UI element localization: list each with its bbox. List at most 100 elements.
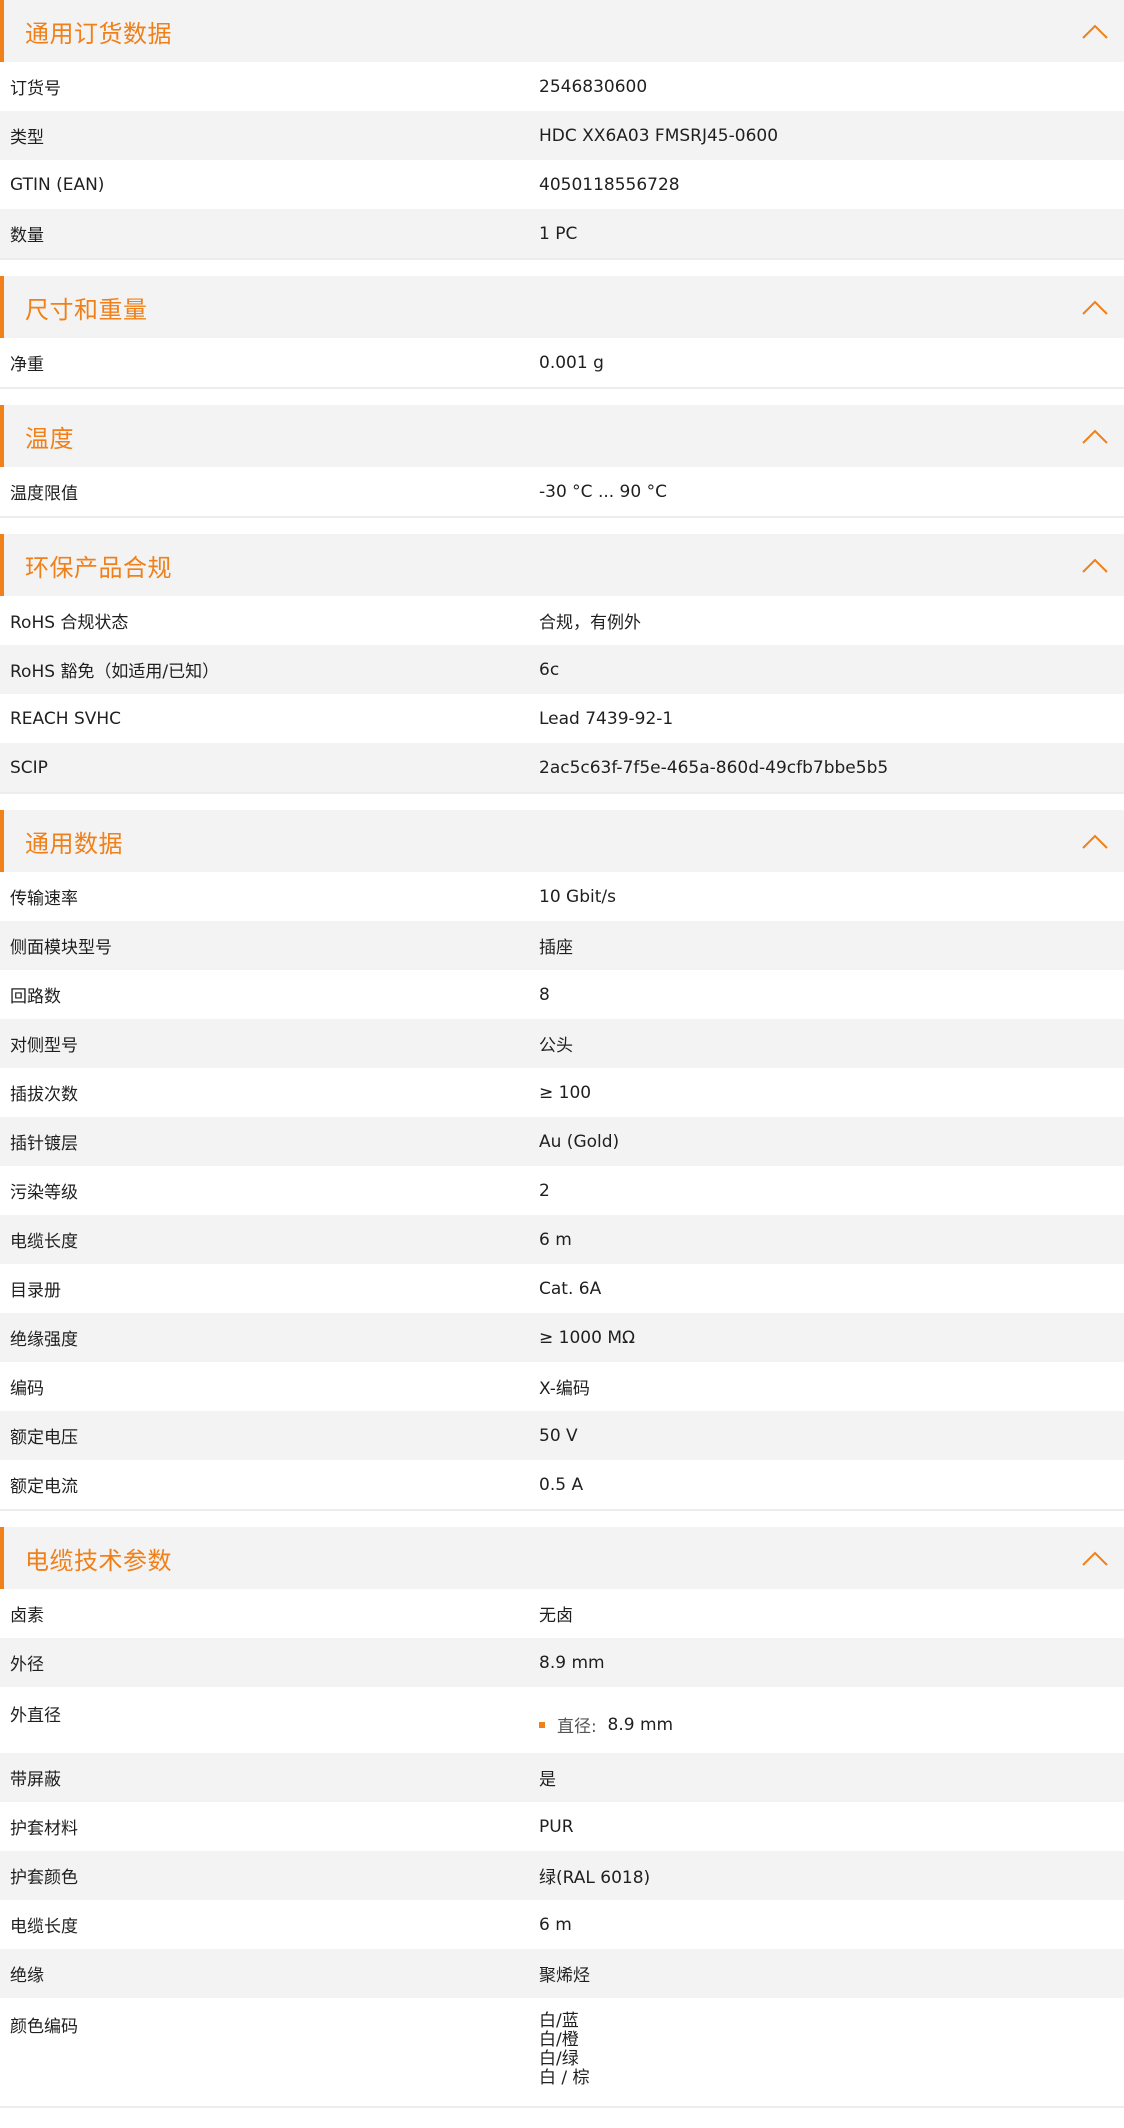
table-row: 温度限值 -30 °C ... 90 °C: [0, 467, 1124, 516]
row-label: 额定电压: [10, 1428, 78, 1448]
row-label: 回路数: [10, 987, 61, 1007]
table-row: SCIP 2ac5c63f-7f5e-465a-860d-49cfb7bbe5b5: [0, 743, 1124, 792]
row-value: 直径: 8.9 mm: [539, 1701, 1124, 1737]
row-value: ≥ 1000 MΩ: [539, 1327, 635, 1348]
section-header-dimensions-weight[interactable]: 尺寸和重量: [0, 276, 1124, 338]
section-title: 通用数据: [25, 829, 123, 858]
section-rows: 订货号 2546830600 类型 HDC XX6A03 FMSRJ45-0600 …: [0, 62, 1124, 260]
row-label: 电缆长度: [10, 1917, 78, 1937]
row-label: 外径: [10, 1655, 44, 1675]
table-row: 插拔次数 ≥ 100: [0, 1068, 1124, 1117]
color-code-line: 白/蓝: [539, 2011, 579, 2031]
row-label: RoHS 合规状态: [10, 613, 129, 633]
color-code-line: 白/绿: [539, 2049, 579, 2069]
row-value: 公头: [539, 1036, 573, 1056]
technical-data-page: 通用订货数据 订货号 2546830600 类型 HDC XX6A03 FMSRJ4…: [0, 0, 1124, 2128]
row-label: 数量: [10, 226, 44, 246]
row-value: -30 °C ... 90 °C: [539, 481, 667, 502]
row-label: 带屏蔽: [10, 1770, 61, 1790]
section-header-environmental-compliance[interactable]: 环保产品合规: [0, 534, 1124, 596]
chevron-up-icon[interactable]: [1080, 1546, 1110, 1570]
row-value: 聚烯烃: [539, 1966, 590, 1986]
table-row: 外直径 直径: 8.9 mm: [0, 1687, 1124, 1753]
row-label: 绝缘: [10, 1966, 44, 1986]
row-label: 电缆长度: [10, 1232, 78, 1252]
section-header-general-data[interactable]: 通用数据: [0, 810, 1124, 872]
table-row: 侧面模块型号 插座: [0, 921, 1124, 970]
row-label: 护套材料: [10, 1819, 78, 1839]
row-value: 2ac5c63f-7f5e-465a-860d-49cfb7bbe5b5: [539, 757, 889, 778]
chevron-up-icon[interactable]: [1080, 553, 1110, 577]
chevron-up-icon[interactable]: [1080, 424, 1110, 448]
row-label: 绝缘强度: [10, 1330, 78, 1350]
row-label: SCIP: [10, 757, 48, 778]
row-label: 订货号: [10, 79, 61, 99]
section-rows: 净重 0.001 g: [0, 338, 1124, 389]
row-value: Au (Gold): [539, 1131, 620, 1152]
section-rows: 温度限值 -30 °C ... 90 °C: [0, 467, 1124, 518]
row-value: 6 m: [539, 1229, 572, 1250]
row-value: 绿(RAL 6018): [539, 1868, 651, 1888]
row-value: 4050118556728: [539, 174, 680, 195]
table-row: REACH SVHC Lead 7439-92-1: [0, 694, 1124, 743]
row-label: RoHS 豁免（如适用/已知）: [10, 662, 220, 682]
section-temperature: 温度 温度限值 -30 °C ... 90 °C: [0, 405, 1124, 518]
table-row: RoHS 合规状态 合规，有例外: [0, 596, 1124, 645]
section-title: 尺寸和重量: [25, 295, 148, 324]
table-row: 插针镀层 Au (Gold): [0, 1117, 1124, 1166]
section-title: 通用订货数据: [25, 19, 172, 48]
table-row: 净重 0.001 g: [0, 338, 1124, 387]
row-label: 颜色编码: [10, 2017, 78, 2037]
row-value: 2546830600: [539, 76, 648, 97]
section-title: 电缆技术参数: [25, 1546, 172, 1575]
diameter-value: 8.9 mm: [607, 1714, 674, 1735]
table-row: 电缆长度 6 m: [0, 1215, 1124, 1264]
row-label: 侧面模块型号: [10, 938, 112, 958]
row-label: 插拔次数: [10, 1085, 78, 1105]
table-row: GTIN (EAN) 4050118556728: [0, 160, 1124, 209]
row-label: 污染等级: [10, 1183, 78, 1203]
row-label: REACH SVHC: [10, 708, 122, 729]
row-value: 8.9 mm: [539, 1652, 605, 1673]
table-row: 目录册 Cat. 6A: [0, 1264, 1124, 1313]
section-rows: 传输速率 10 Gbit/s 侧面模块型号 插座 回路数 8 对侧型号 公头 插拔次数 ≥…: [0, 872, 1124, 1511]
table-row: 订货号 2546830600: [0, 62, 1124, 111]
color-code-line: 白/橙: [539, 2030, 579, 2050]
table-row: 类型 HDC XX6A03 FMSRJ45-0600: [0, 111, 1124, 160]
row-value: 6 m: [539, 1914, 572, 1935]
table-row: RoHS 豁免（如适用/已知） 6c: [0, 645, 1124, 694]
row-label: 温度限值: [10, 484, 78, 504]
square-bullet-icon: [539, 1721, 545, 1728]
row-value: 1 PC: [539, 223, 578, 244]
table-row: 绝缘 聚烯烃: [0, 1949, 1124, 1998]
section-header-general-ordering-data[interactable]: 通用订货数据: [0, 0, 1124, 62]
row-label: 外直径: [10, 1706, 61, 1726]
row-value: Cat. 6A: [539, 1278, 602, 1299]
row-value: 50 V: [539, 1425, 578, 1446]
section-rows: RoHS 合规状态 合规，有例外 RoHS 豁免（如适用/已知） 6c REACH …: [0, 596, 1124, 794]
chevron-up-icon[interactable]: [1080, 295, 1110, 319]
row-label: 额定电流: [10, 1477, 78, 1497]
table-row: 卤素 无卤: [0, 1589, 1124, 1638]
row-label: 卤素: [10, 1606, 44, 1626]
section-rows: 卤素 无卤 外径 8.9 mm 外直径 直径: 8.9 mm 带屏蔽 是 护套材料 PU…: [0, 1589, 1124, 2108]
table-row: 外径 8.9 mm: [0, 1638, 1124, 1687]
row-label: 净重: [10, 355, 44, 375]
chevron-up-icon[interactable]: [1080, 19, 1110, 43]
section-title: 环保产品合规: [25, 553, 172, 582]
row-label: 传输速率: [10, 889, 78, 909]
table-row: 护套颜色 绿(RAL 6018): [0, 1851, 1124, 1900]
row-value: 8: [539, 984, 550, 1005]
section-header-cable-technical-data[interactable]: 电缆技术参数: [0, 1527, 1124, 1589]
row-label: 编码: [10, 1379, 44, 1399]
section-header-temperature[interactable]: 温度: [0, 405, 1124, 467]
table-row: 额定电流 0.5 A: [0, 1460, 1124, 1509]
section-general-data: 通用数据 传输速率 10 Gbit/s 侧面模块型号 插座 回路数 8 对侧型号 公头 …: [0, 810, 1124, 1511]
chevron-up-icon[interactable]: [1080, 829, 1110, 853]
row-label: 对侧型号: [10, 1036, 78, 1056]
table-row: 对侧型号 公头: [0, 1019, 1124, 1068]
table-row: 颜色编码 白/蓝 白/橙 白/绿 白 / 棕: [0, 1998, 1124, 2106]
table-row: 绝缘强度 ≥ 1000 MΩ: [0, 1313, 1124, 1362]
row-value: 2: [539, 1180, 550, 1201]
row-value: 0.001 g: [539, 352, 604, 373]
